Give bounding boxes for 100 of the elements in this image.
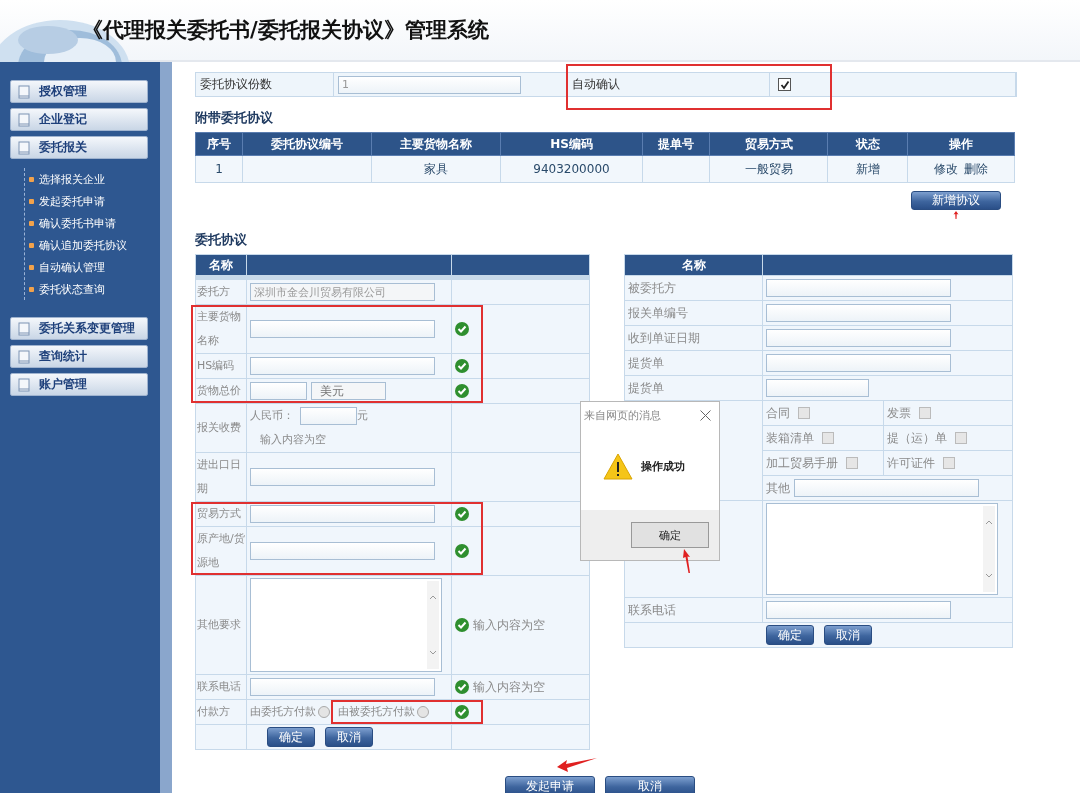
column-header: 操作 (907, 132, 1015, 156)
bullet-icon (29, 220, 34, 226)
checkbox-label: 加工贸易手册 (766, 454, 838, 472)
column-header: 提单号 (642, 132, 710, 156)
field-label: 其他 (766, 479, 790, 497)
field-label: 委托协议份数 (196, 73, 333, 96)
input-field[interactable] (250, 542, 435, 560)
field-label: 贸易方式 (196, 502, 246, 526)
field-label: 其他要求 (196, 576, 246, 674)
unit-text: 元 (357, 408, 368, 424)
table-cell: 9403200000 (533, 162, 610, 176)
column-header: 序号 (195, 132, 243, 156)
action-link[interactable]: 删除 (964, 161, 988, 176)
bullet-icon (29, 286, 34, 292)
validation-message: 输入内容为空 (473, 616, 545, 634)
checkbox[interactable] (778, 78, 791, 91)
checkbox[interactable] (955, 432, 967, 444)
input-field[interactable] (250, 320, 435, 338)
radio-button[interactable] (417, 706, 429, 718)
input-field[interactable] (766, 601, 951, 619)
currency-field[interactable]: 美元 (311, 382, 386, 400)
input-field[interactable] (250, 382, 307, 400)
field-label: 收到单证日期 (625, 326, 762, 350)
table-cell: 家具 (424, 161, 448, 176)
form-button[interactable]: 取消 (325, 727, 373, 747)
page-icon (17, 112, 31, 127)
table-cell: 一般贸易 (744, 161, 793, 176)
arrow-icon (557, 758, 597, 772)
field-label: HS编码 (196, 354, 246, 378)
input-field[interactable] (766, 279, 951, 297)
option-label: 由委托方付款 (250, 705, 316, 719)
checkbox[interactable] (943, 457, 955, 469)
input-field[interactable] (794, 479, 979, 497)
arrow-icon (951, 211, 961, 219)
sidebar-link[interactable]: 选择报关企业 (39, 171, 105, 187)
sidebar-link[interactable]: 委托状态查询 (39, 281, 105, 297)
checkbox[interactable] (919, 407, 931, 419)
input-field[interactable] (250, 505, 435, 523)
form-button[interactable]: 取消 (823, 625, 872, 645)
form-button[interactable]: 发起申请 (505, 776, 595, 793)
input-field[interactable] (250, 357, 435, 375)
input-field[interactable] (300, 407, 357, 425)
input-field[interactable] (250, 468, 435, 486)
field-label: 联系电话 (625, 598, 762, 622)
field-label: 提货单 (625, 351, 762, 375)
input-field[interactable] (766, 354, 951, 372)
ok-button[interactable]: 确定 (631, 522, 709, 548)
validation-message: 输入内容为空 (260, 432, 326, 448)
form-button[interactable]: 确定 (765, 625, 814, 645)
field-label: 报关单编号 (625, 301, 762, 325)
radio-button[interactable] (318, 706, 330, 718)
input-field[interactable] (250, 678, 435, 696)
form-button[interactable]: 取消 (605, 776, 695, 793)
bullet-icon (29, 176, 34, 182)
checkbox-label: 装箱清单 (766, 429, 814, 447)
sidebar-link[interactable]: 自动确认管理 (39, 259, 105, 275)
field-label: 进出口日期 (196, 453, 246, 501)
dialog-title: 来自网页的消息 (584, 408, 661, 423)
input-field[interactable] (766, 329, 951, 347)
sidebar-link[interactable]: 确认追加委托协议 (39, 237, 127, 253)
field-label: 自动确认 (568, 73, 769, 96)
add-agreement-button[interactable]: 新增协议 (911, 191, 1001, 210)
field-label: 报关收费 (196, 404, 246, 452)
close-icon[interactable] (700, 410, 711, 421)
sidebar-menu-button[interactable]: 查询统计 (10, 345, 148, 368)
fee-text: 人民币： (250, 408, 294, 424)
sidebar-menu-button[interactable]: 账户管理 (10, 373, 148, 396)
page-icon (17, 84, 31, 99)
sidebar-menu-button[interactable]: 委托报关 (10, 136, 148, 159)
page-icon (17, 377, 31, 392)
option-label: 由被委托方付款 (338, 705, 415, 719)
action-link[interactable]: 修改 (934, 161, 958, 176)
validation-message: 输入内容为空 (473, 678, 545, 696)
table-cell: 1 (215, 162, 223, 176)
checkbox[interactable] (798, 407, 810, 419)
sidebar-link[interactable]: 确认委托书申请 (39, 215, 116, 231)
form-button[interactable]: 确定 (267, 727, 315, 747)
checkbox[interactable] (822, 432, 834, 444)
column-header: 名称 (196, 255, 246, 275)
dialog-message: 操作成功 (641, 459, 685, 474)
column-header: 状态 (827, 132, 908, 156)
checkbox-label: 许可证件 (887, 454, 935, 472)
input-field[interactable] (766, 379, 869, 397)
checkbox-label: 发票 (887, 404, 911, 422)
checkbox-label: 合同 (766, 404, 790, 422)
page-icon (17, 349, 31, 364)
table-cell: 新增 (855, 161, 880, 176)
section-title: 委托协议 (195, 231, 248, 249)
checkbox[interactable] (846, 457, 858, 469)
sidebar-menu-button[interactable]: 委托关系变更管理 (10, 317, 148, 340)
input-field[interactable] (766, 304, 951, 322)
bullet-icon (29, 198, 34, 204)
field-label: 主要货物名称 (196, 305, 246, 353)
sidebar-link[interactable]: 发起委托申请 (39, 193, 105, 209)
field-label: 联系电话 (196, 675, 246, 699)
sidebar-menu-button[interactable]: 授权管理 (10, 80, 148, 103)
field-label: 货物总价 (196, 379, 246, 403)
column-header: 委托协议编号 (242, 132, 372, 156)
field-label: 提货单 (625, 376, 762, 400)
sidebar-menu-button[interactable]: 企业登记 (10, 108, 148, 131)
